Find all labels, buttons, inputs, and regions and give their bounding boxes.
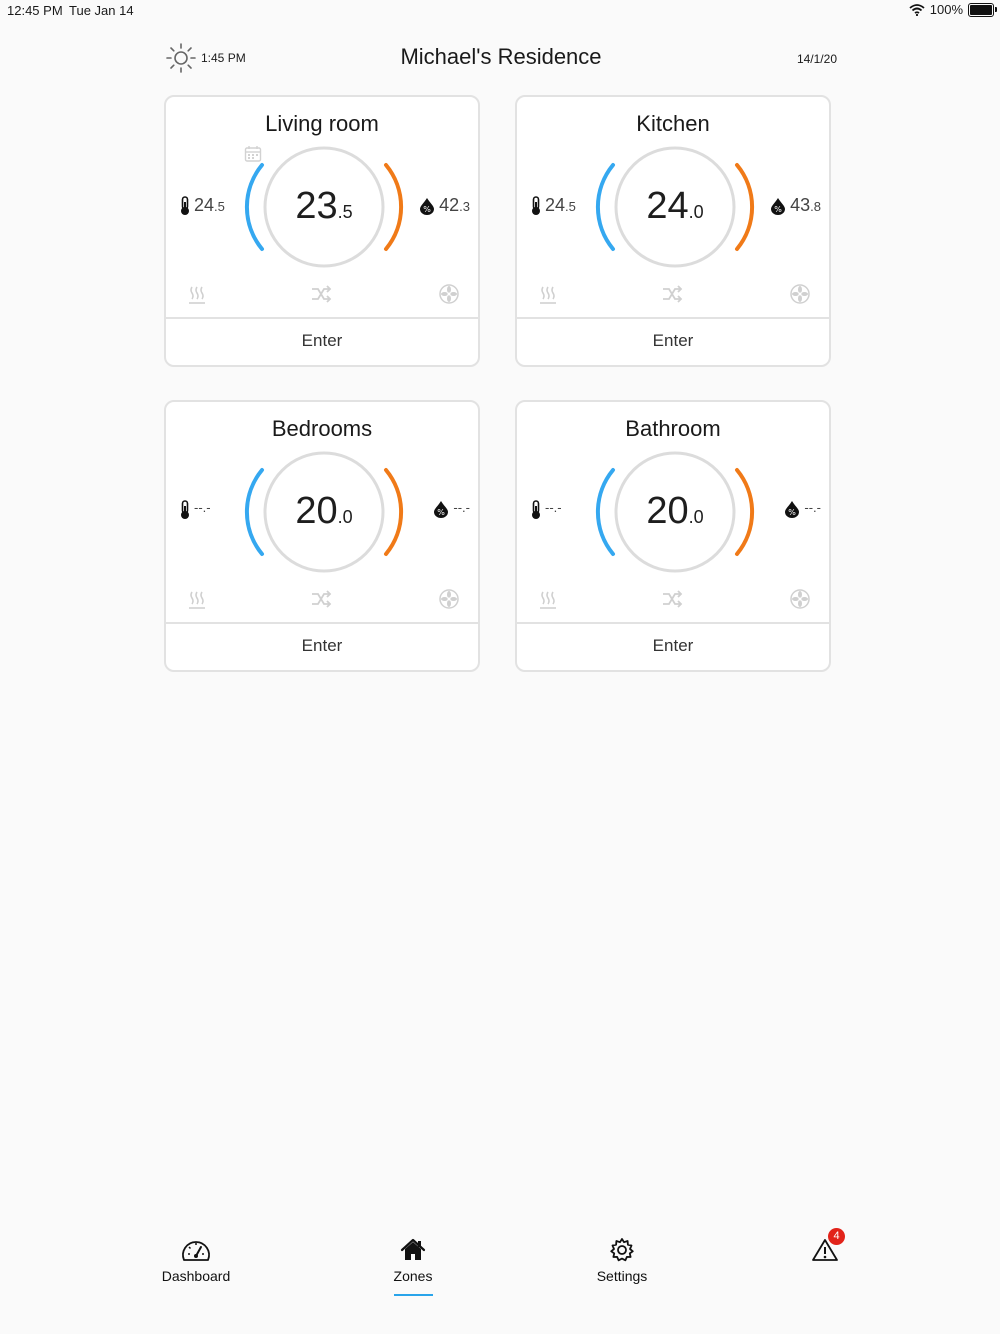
- auto-mode-icon[interactable]: [310, 588, 334, 610]
- alert-count-badge: 4: [828, 1228, 845, 1245]
- status-time: 12:45 PM: [7, 3, 63, 18]
- svg-text:%: %: [789, 508, 797, 517]
- battery-percent: 100%: [929, 2, 963, 17]
- mode-row: [166, 588, 478, 612]
- zone-card-bathroom[interactable]: Bathroom --.- 20.0 % --.- Enter: [515, 400, 831, 672]
- status-right: 100%: [909, 2, 997, 17]
- radiator-icon[interactable]: [186, 588, 208, 610]
- thermometer-icon: [181, 500, 189, 519]
- zone-name: Bathroom: [625, 416, 721, 441]
- auto-mode-icon[interactable]: [310, 283, 334, 305]
- thermometer-icon: [532, 500, 540, 519]
- zone-name: Kitchen: [636, 111, 710, 136]
- radiator-icon[interactable]: [537, 283, 559, 305]
- current-humidity: % --.-: [784, 500, 821, 518]
- setpoint-value: 23.5: [295, 185, 353, 227]
- tab-zones-label: Zones: [393, 1268, 433, 1284]
- enter-button[interactable]: Enter: [517, 622, 829, 670]
- current-temperature: 24.5: [531, 195, 576, 216]
- current-temperature: --.-: [180, 500, 211, 520]
- calendar-icon: [244, 146, 262, 162]
- header: 1:45 PM Michael's Residence 14/1/20: [165, 40, 837, 80]
- setpoint-dial[interactable]: 23.5: [244, 145, 404, 269]
- setpoint-dial[interactable]: 24.0: [595, 145, 755, 269]
- setpoint-dial[interactable]: 20.0: [595, 450, 755, 574]
- home-icon: [400, 1238, 426, 1260]
- current-humidity: % 43.8: [770, 195, 821, 216]
- humidity-icon: %: [434, 501, 449, 518]
- setpoint-value: 20.0: [646, 490, 704, 532]
- tab-zones[interactable]: Zones: [353, 1236, 473, 1284]
- thermometer-icon: [532, 195, 540, 215]
- zone-name: Living room: [265, 111, 379, 136]
- enter-button[interactable]: Enter: [166, 622, 478, 670]
- tab-dashboard[interactable]: Dashboard: [136, 1236, 256, 1284]
- tab-bar: Dashboard Zones Settings 4: [0, 1226, 1000, 1306]
- zone-card-bedrooms[interactable]: Bedrooms --.- 20.0 % --.- Enter: [164, 400, 480, 672]
- setpoint-value: 24.0: [646, 185, 704, 227]
- humidity-icon: %: [785, 501, 800, 518]
- fan-icon[interactable]: [789, 283, 811, 305]
- mode-row: [517, 588, 829, 612]
- fan-icon[interactable]: [438, 283, 460, 305]
- current-humidity: % 42.3: [419, 195, 470, 216]
- dashboard-icon: [182, 1241, 210, 1261]
- battery-icon: [968, 2, 997, 17]
- gear-icon: [610, 1238, 634, 1262]
- fan-icon[interactable]: [789, 588, 811, 610]
- svg-text:%: %: [774, 205, 782, 214]
- zone-card-kitchen[interactable]: Kitchen 24.5 24.0 % 43.8 Enter: [515, 95, 831, 367]
- zone-name: Bedrooms: [271, 416, 373, 441]
- tab-alerts[interactable]: 4: [765, 1228, 885, 1264]
- zone-card-living-room[interactable]: Living room 24.5 23.5 % 42.3 Enter: [164, 95, 480, 367]
- svg-text:%: %: [423, 205, 431, 214]
- current-temperature: --.-: [531, 500, 562, 520]
- svg-text:%: %: [438, 508, 446, 517]
- radiator-icon[interactable]: [537, 588, 559, 610]
- setpoint-dial[interactable]: 20.0: [244, 450, 404, 574]
- fan-icon[interactable]: [438, 588, 460, 610]
- tab-settings[interactable]: Settings: [562, 1236, 682, 1284]
- active-tab-indicator: [394, 1294, 433, 1296]
- current-temperature: 24.5: [180, 195, 225, 216]
- humidity-icon: %: [420, 197, 435, 215]
- tab-settings-label: Settings: [596, 1268, 648, 1284]
- mode-row: [517, 283, 829, 307]
- setpoint-value: 20.0: [295, 490, 353, 532]
- mode-row: [166, 283, 478, 307]
- auto-mode-icon[interactable]: [661, 588, 685, 610]
- auto-mode-icon[interactable]: [661, 283, 685, 305]
- humidity-icon: %: [771, 197, 786, 215]
- status-date: Tue Jan 14: [69, 3, 134, 18]
- thermometer-icon: [181, 195, 189, 215]
- status-bar: 12:45 PM Tue Jan 14 100%: [0, 0, 1000, 22]
- enter-button[interactable]: Enter: [517, 317, 829, 365]
- current-humidity: % --.-: [433, 500, 470, 518]
- enter-button[interactable]: Enter: [166, 317, 478, 365]
- radiator-icon[interactable]: [186, 283, 208, 305]
- header-date: 14/1/20: [796, 52, 837, 66]
- page-title: Michael's Residence: [400, 44, 602, 69]
- tab-dashboard-label: Dashboard: [161, 1268, 231, 1284]
- wifi-icon: [909, 3, 925, 16]
